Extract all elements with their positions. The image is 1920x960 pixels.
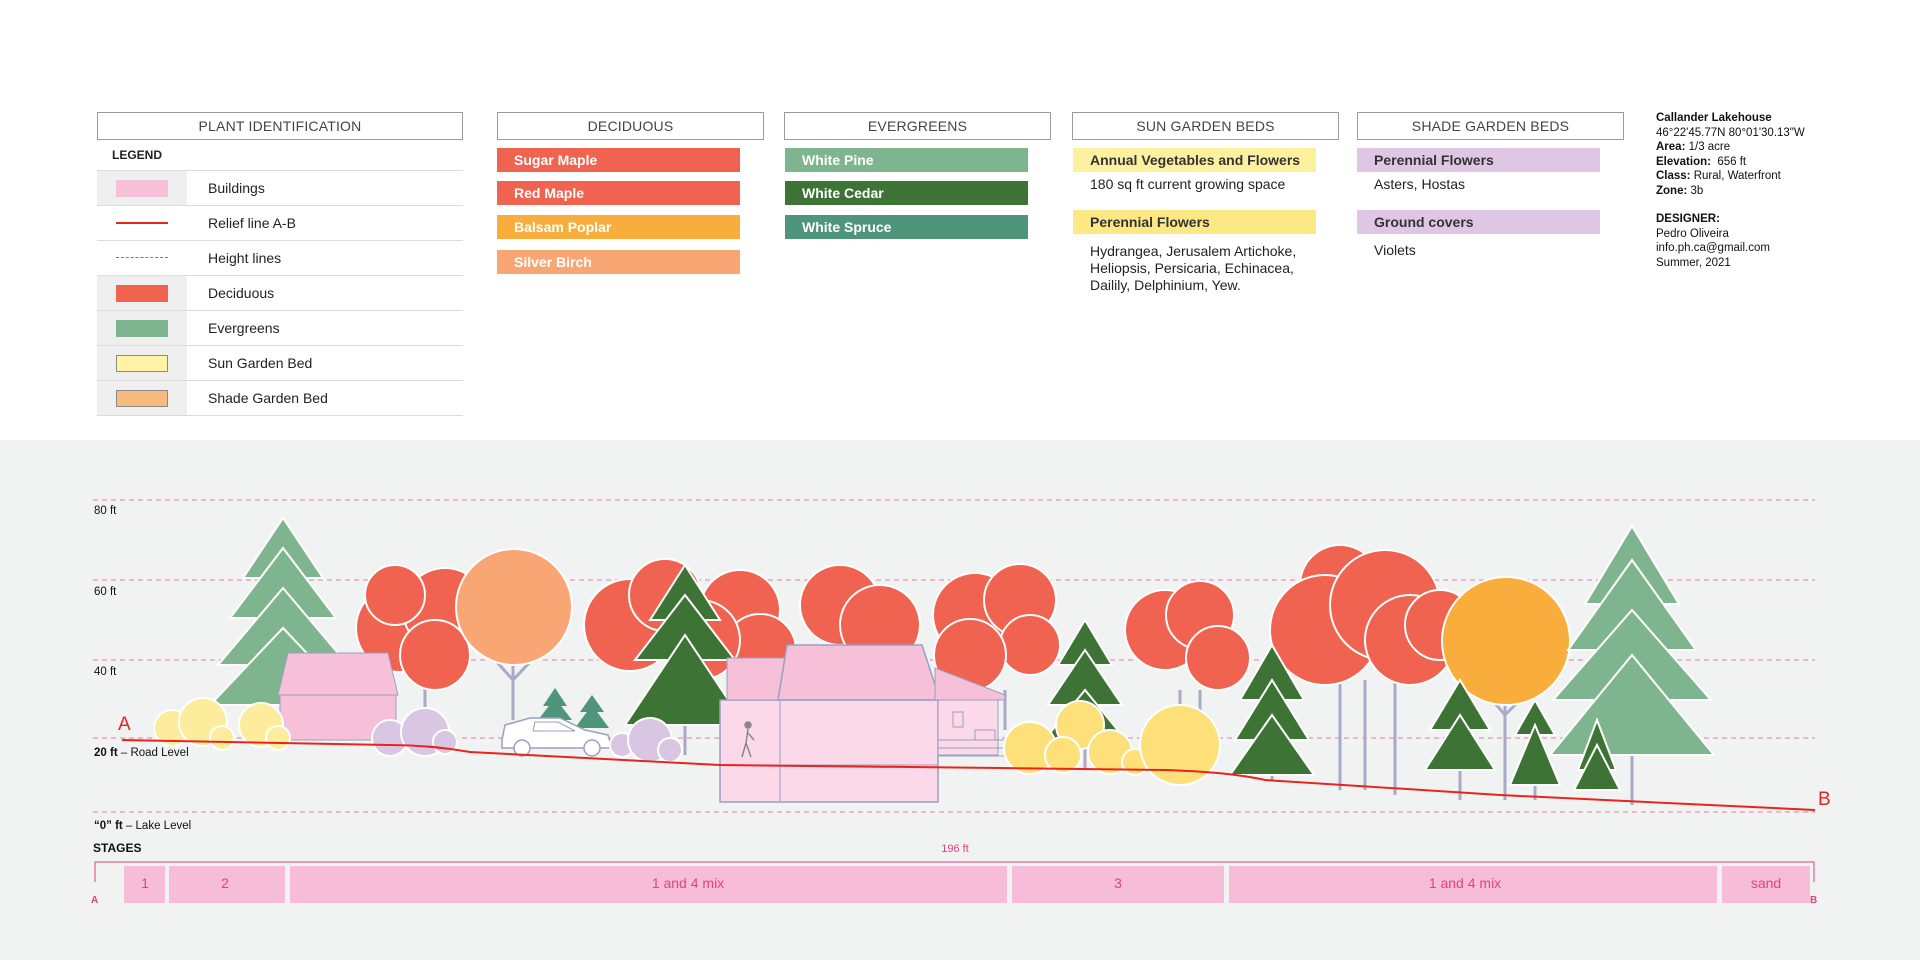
stage-marker-a: A [91, 895, 98, 906]
sun-bed-shrubs-right [1003, 700, 1221, 786]
relief-point-b: B [1818, 789, 1831, 810]
stage-mix-1 [290, 866, 1007, 903]
stage-3-label: 3 [1114, 875, 1122, 891]
total-length-label: 196 ft [941, 843, 969, 855]
stage-1-label: 1 [141, 875, 149, 891]
stage-sand-label: sand [1751, 875, 1781, 891]
stage-mix-2-label: 1 and 4 mix [1429, 875, 1501, 891]
site-section-drawing: 80 ft 60 ft 40 ft 20 ft – Road Level “0”… [91, 499, 1831, 906]
height-label-40: 40 ft [94, 666, 117, 678]
stage-bars: 1 2 1 and 4 mix 3 1 and 4 mix sand [124, 866, 1810, 903]
height-label-80: 80 ft [94, 505, 117, 517]
lake-level-label: “0” ft – Lake Level [94, 820, 191, 832]
white-pine-right [1547, 524, 1717, 805]
stages-label: STAGES [93, 841, 141, 855]
stage-marker-b: B [1810, 895, 1817, 906]
relief-point-a: A [118, 714, 131, 735]
stage-2-label: 2 [221, 875, 229, 891]
stage-mix-1-label: 1 and 4 mix [652, 875, 724, 891]
road-level-label: 20 ft – Road Level [94, 747, 189, 759]
height-label-60: 60 ft [94, 586, 117, 598]
